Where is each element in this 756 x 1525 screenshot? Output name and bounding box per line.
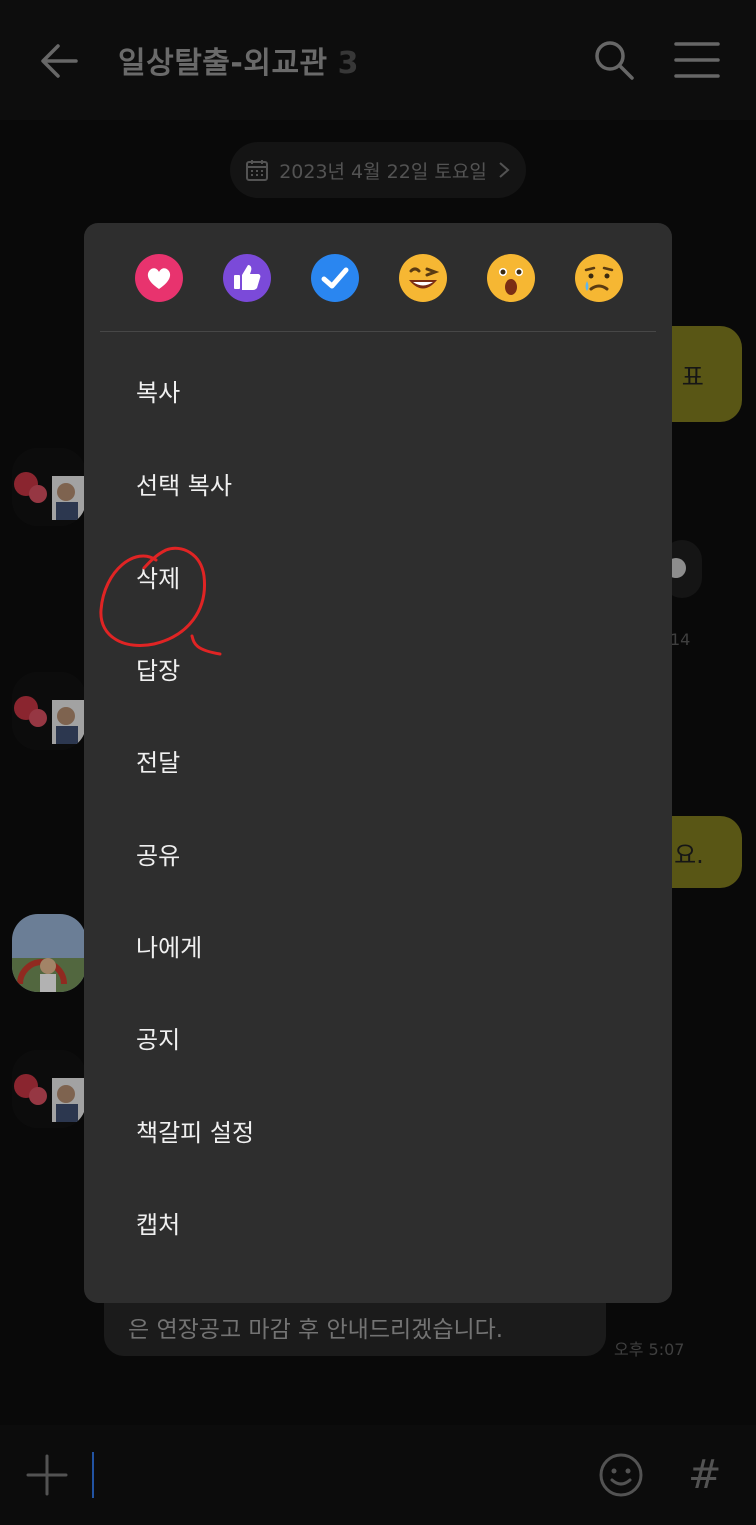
thumbs-up-reaction-icon[interactable] (222, 253, 272, 303)
heart-reaction-icon[interactable] (134, 253, 184, 303)
menu-item-label: 책갈피 설정 (136, 1118, 255, 1147)
menu-item-label: 공지 (136, 1025, 181, 1054)
check-reaction-icon[interactable] (310, 253, 360, 303)
menu-item-label: 답장 (136, 656, 181, 685)
sad-face-reaction-icon[interactable] (574, 253, 624, 303)
menu-item-select-copy[interactable]: 선택 복사 (84, 437, 672, 529)
surprised-face-reaction-icon[interactable] (486, 253, 536, 303)
menu-item-label: 선택 복사 (136, 471, 232, 500)
message-context-menu: 복사 선택 복사 삭제 답장 전달 공유 나에게 공지 책갈피 설정 캡처 (84, 223, 672, 1303)
menu-item-label: 공유 (136, 841, 181, 870)
menu-item-forward[interactable]: 전달 (84, 714, 672, 806)
menu-item-delete[interactable]: 삭제 (84, 530, 672, 622)
laughing-face-reaction-icon[interactable] (398, 253, 448, 303)
menu-item-share[interactable]: 공유 (84, 807, 672, 899)
menu-item-label: 삭제 (136, 564, 181, 593)
menu-item-label: 캡처 (136, 1210, 181, 1239)
menu-item-to-me[interactable]: 나에게 (84, 899, 672, 991)
menu-item-bookmark[interactable]: 책갈피 설정 (84, 1084, 672, 1176)
divider (100, 331, 656, 332)
reaction-bar (134, 253, 624, 305)
menu-item-label: 전달 (136, 748, 181, 777)
menu-item-label: 나에게 (136, 933, 203, 962)
menu-item-label: 복사 (136, 378, 181, 407)
menu-item-notice[interactable]: 공지 (84, 991, 672, 1083)
menu-item-reply[interactable]: 답장 (84, 622, 672, 714)
menu-item-capture[interactable]: 캡처 (84, 1176, 672, 1268)
menu-item-copy[interactable]: 복사 (84, 344, 672, 436)
